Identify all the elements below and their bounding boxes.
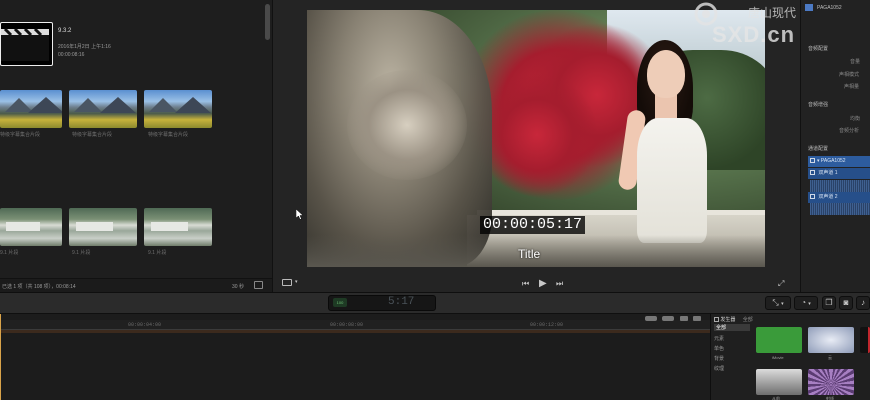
generator-thumbnail[interactable] (808, 327, 854, 353)
eq-label: 均衡 (850, 116, 861, 122)
timeline-track[interactable] (0, 330, 710, 333)
browser-footer: 已选 1 项（共 108 项），00:08:14 30 秒 (0, 278, 272, 292)
generator-label: 从前 (772, 396, 780, 400)
bride-dress (637, 118, 707, 243)
view-options-icon[interactable] (282, 279, 292, 286)
analysis-label: 音频分析 (839, 128, 860, 134)
clip-icon: ❐ (825, 298, 833, 307)
checkbox-icon[interactable] (810, 170, 815, 176)
clip-caption: 9.1 片段 (72, 250, 91, 256)
browser-scrollbar[interactable] (265, 4, 270, 40)
arrow-tool-icon: ⤡ (772, 298, 779, 307)
ruler-label: 00:00:08:00 (330, 322, 364, 328)
red-blossom-tree (477, 70, 597, 200)
clip-caption: 特级字幕集合片段 (72, 132, 113, 138)
generator-category[interactable]: 背景 (714, 355, 724, 362)
generator-thumbnail[interactable] (860, 327, 870, 353)
audio-waveform (810, 180, 870, 192)
clapper-icon (1, 27, 49, 61)
channel-role-row[interactable]: 双声道 1 (808, 168, 870, 179)
retime-button[interactable]: ◔ ▾ (794, 296, 818, 310)
generator-category[interactable]: 单色 (714, 345, 724, 352)
pan-mode-label: 声相模式 (839, 72, 860, 78)
generators-tab-all[interactable]: 全部 (743, 317, 753, 323)
timeline-toggle-icon[interactable] (693, 316, 701, 321)
generator-category[interactable]: 纹理 (714, 365, 724, 372)
generator-category[interactable]: 全部 (714, 324, 750, 331)
event-clip-date: 2016年1月2日 上午1:16 (58, 44, 111, 50)
checkbox-icon[interactable] (714, 317, 719, 323)
clip-thumbnail[interactable] (0, 208, 62, 246)
checkbox-icon[interactable] (810, 158, 815, 164)
clip-caption: 9.1 片段 (0, 250, 19, 256)
channel-role-row[interactable]: 双声道 2 (808, 192, 870, 203)
volume-label: 音量 (850, 59, 861, 65)
role-name: PAGA1052 (820, 158, 846, 164)
generators-header: 发生器 全部 (714, 316, 753, 323)
generator-thumbnail[interactable] (756, 327, 802, 353)
dashboard-badge: 100 (333, 298, 347, 307)
bride-face (647, 50, 685, 98)
generator-thumbnail[interactable] (808, 369, 854, 395)
clip-caption: 9.1 片段 (148, 250, 167, 256)
role-name: 双声道 1 (818, 170, 838, 176)
generators-title: 发生器 (720, 317, 736, 323)
ruler-label: 00:00:04:00 (128, 322, 162, 328)
chevron-down-icon: ▾ (781, 301, 784, 307)
clip-thumbnail[interactable] (69, 90, 137, 128)
music-icon: ♪ (861, 298, 865, 307)
clip-zoom-label[interactable]: 30 秒 (232, 283, 244, 290)
select-tool-button[interactable]: ⤡ ▾ (765, 296, 791, 310)
event-clip-duration: 00:00:08:16 (58, 52, 85, 58)
generator-label: 射线 (826, 396, 834, 400)
skip-forward-icon[interactable]: ⏭ (556, 279, 563, 289)
camera-icon: ◙ (843, 298, 849, 307)
checkbox-icon[interactable] (810, 194, 815, 200)
role-name: 双声道 2 (818, 194, 838, 200)
blurred-stone-pillar-highlight (347, 70, 467, 180)
generator-label: 云 (828, 355, 832, 360)
generator-category[interactable]: 元素 (714, 335, 724, 342)
timecode-overlay: 00:00:05:17 (480, 216, 586, 234)
timeline-toggle-icon[interactable] (662, 316, 674, 321)
title-overlay[interactable]: Title (518, 247, 540, 261)
generator-label: iMovie (772, 355, 784, 360)
generator-thumbnail[interactable] (756, 369, 802, 395)
dashboard-timecode[interactable]: 5:17 (388, 295, 414, 309)
event-clip-title: 9.3.2 (58, 28, 72, 34)
audio-waveform (810, 203, 870, 215)
skip-back-icon[interactable]: ⏮ (522, 279, 529, 289)
clip-button[interactable]: ❐ (822, 296, 836, 310)
watermark-chinese: 唐山现代 (748, 6, 797, 20)
pan-amount-label: 声相量 (844, 84, 860, 90)
clip-thumbnail[interactable] (144, 208, 212, 246)
chevron-down-icon[interactable]: ▾ (295, 279, 298, 285)
clip-thumbnail[interactable] (69, 208, 137, 246)
play-icon[interactable]: ▶ (539, 278, 547, 289)
clip-appearance-icon[interactable] (254, 281, 263, 289)
fullscreen-icon[interactable]: ⤢ (778, 279, 784, 289)
clip-thumbnail[interactable] (0, 90, 62, 128)
ruler-label: 00:00:12:00 (530, 322, 564, 328)
clip-thumbnail[interactable] (144, 90, 212, 128)
media-button[interactable]: ♪ (856, 296, 870, 310)
timeline-toggle-icon[interactable] (680, 316, 688, 321)
retime-icon: ◔ (801, 298, 807, 307)
channel-config-header: 通道配置 (808, 146, 829, 152)
clip-caption: 特级字幕集合片段 (148, 132, 189, 138)
playhead[interactable] (0, 314, 1, 400)
audio-enhance-header: 音频增强 (808, 102, 829, 108)
chevron-down-icon: ▾ (808, 301, 811, 307)
event-clip-thumbnail[interactable] (0, 22, 53, 66)
clip-caption: 特级字幕集合片段 (0, 132, 41, 138)
photo-button[interactable]: ◙ (839, 296, 853, 310)
timeline-toggle-icon[interactable] (645, 316, 657, 321)
channel-role-row[interactable]: ▾ PAGA1052 (808, 156, 870, 167)
event-browser: 9.3.2 2016年1月2日 上午1:16 00:00:08:16 特级字幕集… (0, 0, 272, 292)
selection-status: 已选 1 项（共 108 项），00:08:14 (2, 284, 76, 290)
cursor-icon (295, 208, 304, 222)
chevron-down-icon: ▾ (817, 158, 820, 164)
watermark-text: SXD.cn (712, 22, 796, 47)
